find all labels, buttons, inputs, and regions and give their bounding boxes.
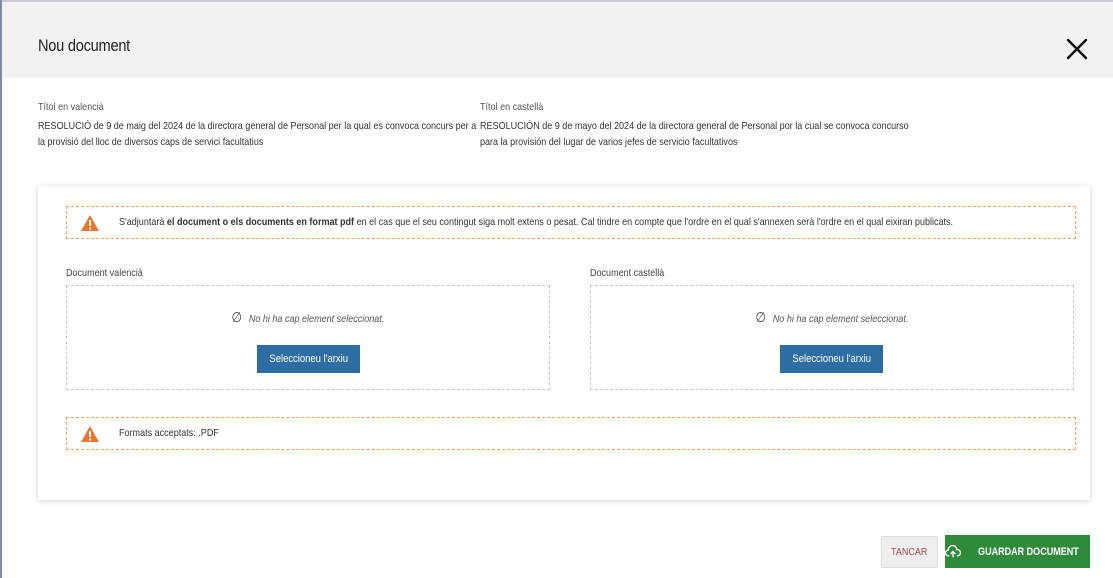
- empty-set-icon: ∅: [231, 309, 243, 325]
- select-file-valencia-button[interactable]: Seleccioneu l'arxiu: [257, 345, 360, 373]
- select-file-castella-button[interactable]: Seleccioneu l'arxiu: [780, 345, 883, 373]
- title-valencia-label: Títol en valencià: [38, 101, 104, 113]
- notice-text-bold: el document o els documents en format pd…: [166, 216, 355, 228]
- warning-icon: [81, 426, 99, 442]
- modal-title: Nou document: [38, 36, 130, 55]
- save-document-button[interactable]: GUARDAR DOCUMENT: [945, 535, 1090, 568]
- cancel-button[interactable]: TANCAR: [881, 536, 938, 568]
- notice-text-start: S'adjuntarà: [119, 216, 167, 228]
- select-file-label: Seleccioneu l'arxiu: [269, 353, 348, 365]
- empty-message-text: No hi ha cap element seleccionat.: [772, 313, 909, 325]
- formats-notice: Formats acceptats: .PDF: [66, 417, 1076, 450]
- title-castella-text: RESOLUCIÓN de 9 de mayo del 2024 de la d…: [480, 120, 909, 148]
- title-castella-block: Títol en castellà RESOLUCIÓN de 9 de may…: [480, 99, 1000, 150]
- warning-icon: [81, 215, 99, 231]
- cloud-upload-icon: [945, 545, 962, 558]
- cancel-button-label: TANCAR: [891, 546, 928, 558]
- empty-message-text: No hi ha cap element seleccionat.: [248, 313, 385, 325]
- title-castella-label: Títol en castellà: [480, 101, 544, 113]
- save-document-label: GUARDAR DOCUMENT: [978, 545, 1079, 558]
- empty-message: ∅ No hi ha cap element seleccionat.: [67, 309, 549, 326]
- document-castella-label: Document castellà: [590, 267, 665, 279]
- select-file-label: Seleccioneu l'arxiu: [792, 353, 871, 365]
- close-button[interactable]: [1066, 38, 1088, 60]
- window-border-left: [0, 0, 2, 578]
- attachment-notice-text: S'adjuntarà el document o els documents …: [119, 216, 953, 228]
- document-castella-dropzone[interactable]: ∅ No hi ha cap element seleccionat. Selec…: [590, 285, 1074, 390]
- document-valencia-dropzone[interactable]: ∅ No hi ha cap element seleccionat. Selec…: [66, 285, 550, 390]
- formats-notice-text: Formats acceptats: .PDF: [119, 427, 219, 439]
- empty-message: ∅ No hi ha cap element seleccionat.: [591, 309, 1073, 326]
- document-valencia-label: Document valencià: [66, 267, 143, 279]
- attachment-notice: S'adjuntarà el document o els documents …: [66, 206, 1076, 239]
- title-valencia-text: RESOLUCIÓ de 9 de maig del 2024 de la di…: [38, 120, 477, 148]
- empty-set-icon: ∅: [755, 309, 767, 325]
- document-card: S'adjuntarà el document o els documents …: [38, 186, 1090, 500]
- close-icon: [1066, 38, 1088, 60]
- modal-header: Nou document: [2, 2, 1113, 78]
- notice-text-end: en el cas que el seu contingut siga molt…: [354, 216, 954, 228]
